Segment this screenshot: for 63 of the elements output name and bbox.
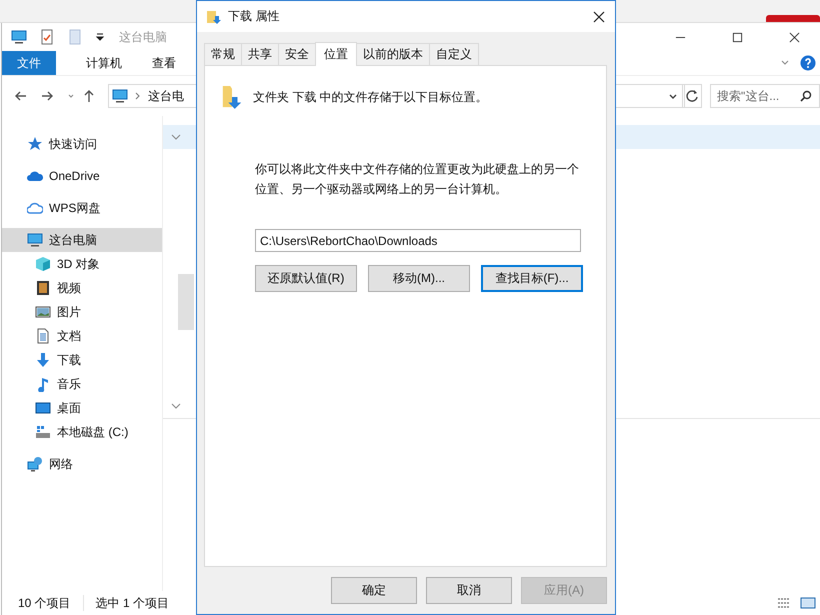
drive-icon <box>35 424 51 440</box>
action-button[interactable]: 还原默认值(R) <box>255 265 357 292</box>
help-icon[interactable] <box>800 55 816 71</box>
sidebar-item[interactable]: 音乐 <box>2 372 162 396</box>
thumbnail-view-icon[interactable] <box>800 595 816 611</box>
image-icon <box>35 304 51 320</box>
network-icon <box>27 456 43 472</box>
chevron-icon[interactable] <box>171 401 181 411</box>
back-icon[interactable] <box>14 89 28 103</box>
tile-background <box>178 274 194 330</box>
ribbon-tab[interactable]: 文件 <box>2 51 56 75</box>
checklist-icon[interactable] <box>39 29 55 45</box>
download-folder-icon <box>206 8 222 24</box>
sidebar-item[interactable]: 快速访问 <box>2 132 162 156</box>
sidebar-item[interactable]: 这台电脑 <box>2 228 162 252</box>
dialog-tab[interactable]: 常规 <box>204 43 242 65</box>
dropdown-icon[interactable] <box>95 32 105 42</box>
selection-count: 选中 1 个项目 <box>96 594 170 612</box>
forward-icon[interactable] <box>40 89 54 103</box>
computer-icon <box>112 88 128 104</box>
close-icon[interactable] <box>789 32 800 42</box>
action-button[interactable]: 移动(M)... <box>368 265 470 292</box>
chevron-icon <box>171 132 181 142</box>
refresh-icon[interactable] <box>682 84 702 108</box>
sidebar-item[interactable]: 3D 对象 <box>2 252 162 276</box>
dialog-title: 下载 属性 <box>228 8 280 25</box>
location-text: 文件夹 下载 中的文件存储于以下目标位置。 <box>253 88 488 106</box>
computer-icon <box>11 29 27 45</box>
dialog-tab[interactable]: 位置 <box>315 42 357 66</box>
ribbon-tab[interactable]: 查看 <box>142 51 186 75</box>
item-count: 10 个项目 <box>18 594 71 612</box>
sidebar-item[interactable]: 文档 <box>2 324 162 348</box>
cube-icon <box>35 256 51 272</box>
description-text: 你可以将此文件夹中文件存储的位置更改为此硬盘上的另一个位置、另一个驱动器或网络上的另一台计算机。 <box>255 161 580 198</box>
doc-icon <box>35 328 51 344</box>
note-icon <box>35 376 51 392</box>
window-title: 这台电脑 <box>119 28 167 46</box>
up-icon[interactable] <box>82 89 96 103</box>
desktop-icon <box>35 400 51 416</box>
download-folder-icon <box>221 84 243 110</box>
search-field[interactable]: 搜索"这台... <box>710 84 820 108</box>
pc-icon <box>27 232 43 248</box>
sidebar-item[interactable]: 下载 <box>2 348 162 372</box>
dialog-button[interactable]: 确定 <box>331 577 417 604</box>
star-icon <box>27 136 43 152</box>
download-icon <box>35 352 51 368</box>
sidebar-item[interactable]: 桌面 <box>2 396 162 420</box>
sidebar-item[interactable]: 本地磁盘 (C:) <box>2 420 162 444</box>
path-field[interactable]: C:\Users\RebortChao\Downloads <box>255 229 581 252</box>
action-button[interactable]: 查找目标(F)... <box>481 265 583 292</box>
close-icon[interactable] <box>593 10 605 22</box>
cloud-outline-icon <box>27 200 43 216</box>
sidebar-item[interactable]: 网络 <box>2 452 162 476</box>
maximize-icon[interactable] <box>732 32 743 42</box>
sidebar-item[interactable]: 视频 <box>2 276 162 300</box>
address-text: 这台电 <box>148 88 184 104</box>
sidebar-item[interactable]: 图片 <box>2 300 162 324</box>
sidebar-item[interactable]: WPS网盘 <box>2 196 162 220</box>
dialog-tab[interactable]: 自定义 <box>429 43 479 65</box>
dialog-button[interactable]: 取消 <box>426 577 512 604</box>
sidebar-item[interactable]: OneDrive <box>2 164 162 188</box>
ribbon-tab[interactable]: 计算机 <box>76 51 132 75</box>
film-icon <box>35 280 51 296</box>
